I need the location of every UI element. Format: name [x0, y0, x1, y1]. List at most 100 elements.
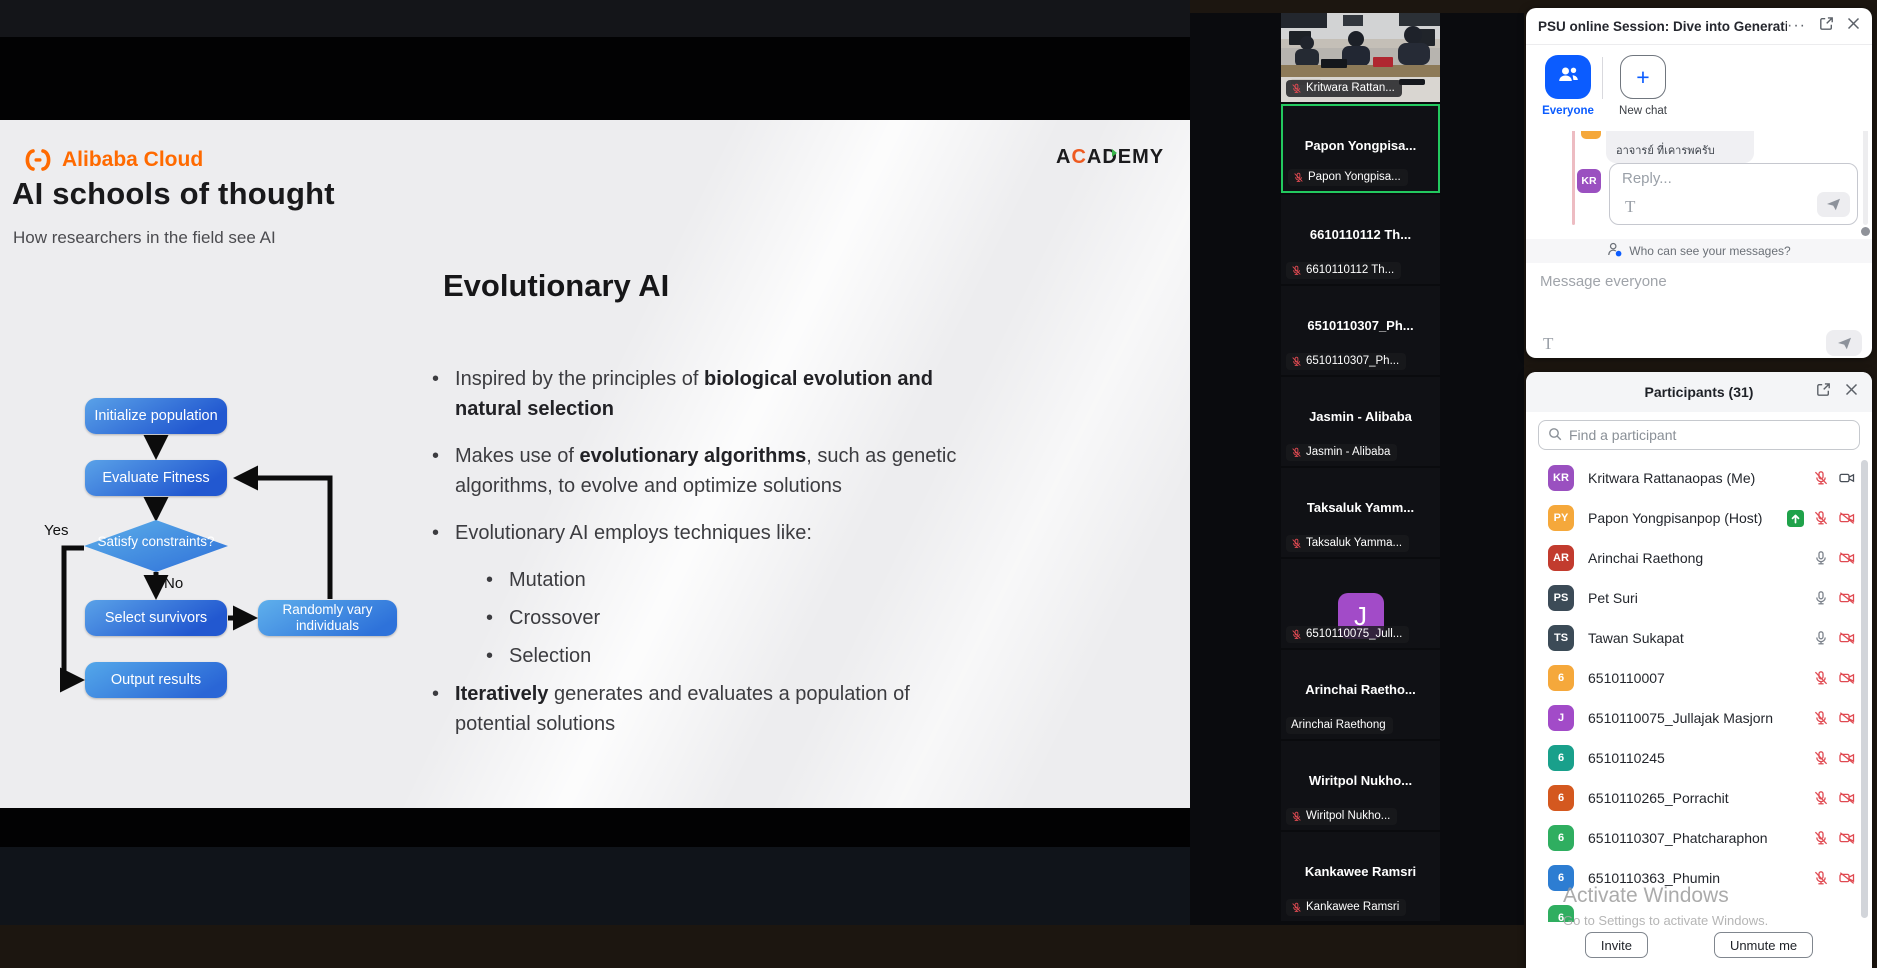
participant-name: Pet Suri [1588, 590, 1813, 606]
avatar-kr: KR [1577, 169, 1601, 193]
video-tile-label: Taksaluk Yamma... [1286, 535, 1409, 552]
video-tile[interactable]: Jasmin - AlibabaJasmin - Alibaba [1281, 377, 1440, 466]
participant-row[interactable]: TSTawan Sukapat [1526, 618, 1872, 658]
video-tile-name: Jasmin - Alibaba [1281, 409, 1440, 424]
unmute-me-button[interactable]: Unmute me [1714, 932, 1813, 958]
camera-off-icon [1838, 590, 1856, 606]
participants-footer: Invite Unmute me [1526, 922, 1872, 968]
mic-on-icon [1813, 630, 1829, 646]
participants-popout-icon[interactable] [1816, 382, 1831, 402]
camera-off-icon [1838, 790, 1856, 806]
tab-everyone[interactable]: Everyone [1540, 55, 1596, 131]
video-tile[interactable]: Papon Yongpisa... Papon Yongpisa... [1281, 104, 1440, 193]
video-tile[interactable]: 6510110307_Ph...6510110307_Ph... [1281, 286, 1440, 375]
who-can-see-strip[interactable]: Who can see your messages? [1526, 239, 1872, 263]
invite-button[interactable]: Invite [1585, 932, 1648, 958]
mic-muted-icon [1291, 902, 1302, 913]
chat-popout-icon[interactable] [1819, 16, 1834, 36]
presentation-slide: Alibaba Cloud AI schools of thought How … [0, 120, 1190, 808]
participant-row[interactable]: PSPet Suri [1526, 578, 1872, 618]
video-tile[interactable]: 6610110112 Th...6610110112 Th... [1281, 195, 1440, 284]
participant-row[interactable]: 66510110245 [1526, 738, 1872, 778]
new-chat-button[interactable]: + [1620, 55, 1666, 99]
format-text-icon[interactable]: T [1625, 197, 1635, 217]
video-tile-label-text: Arinchai Raethong [1291, 719, 1386, 731]
send-icon [1837, 337, 1852, 350]
thread-avatar [1581, 131, 1601, 139]
flowchart-node-initialize: Initialize population [85, 398, 227, 434]
participant-row[interactable]: J6510110075_Jullajak Masjorn [1526, 698, 1872, 738]
send-reply-button[interactable] [1817, 192, 1850, 217]
video-tile[interactable]: Kritwara Rattan... [1281, 13, 1440, 102]
tab-new-chat-label: New chat [1619, 105, 1667, 117]
mic-muted-icon [1813, 790, 1829, 806]
camera-off-icon [1838, 630, 1856, 646]
chat-panel: PSU online Session: Dive into Generati..… [1526, 8, 1872, 358]
video-tile-name: Taksaluk Yamm... [1281, 500, 1440, 515]
chat-scrollbar-track[interactable] [1863, 131, 1868, 225]
participant-avatar: 6 [1548, 825, 1574, 851]
participant-list: KRKritwara Rattanaopas (Me) PY Papon Yongp… [1526, 458, 1872, 938]
camera-off-icon [1838, 750, 1856, 766]
send-icon [1826, 198, 1841, 211]
video-tile-label: Kritwara Rattan... [1286, 80, 1402, 97]
participant-name: 6510110075_Jullajak Masjorn [1588, 710, 1813, 726]
participant-avatar: TS [1548, 625, 1574, 651]
activate-windows-hint: Go to Settings to activate Windows. [1563, 913, 1768, 928]
video-tile-column: Kritwara Rattan...Papon Yongpisa...Papon… [1281, 13, 1440, 923]
video-tile-name: 6610110112 Th... [1281, 227, 1440, 242]
chat-compose-area[interactable]: Message everyone T [1526, 263, 1872, 368]
reply-input[interactable]: Reply... T [1609, 163, 1858, 225]
participant-search-input[interactable]: Find a participant [1538, 420, 1860, 450]
video-tile[interactable]: Wiritpol Nukho...Wiritpol Nukho... [1281, 741, 1440, 830]
participant-name: Papon Yongpisanpop (Host) [1588, 510, 1787, 526]
video-tile[interactable]: J6510110075_Jull... [1281, 559, 1440, 648]
mic-muted-icon [1291, 538, 1302, 549]
camera-off-icon [1838, 670, 1856, 686]
video-tile[interactable]: Kankawee RamsriKankawee Ramsri [1281, 832, 1440, 921]
person-privacy-icon [1607, 242, 1623, 260]
participant-avatar: AR [1548, 545, 1574, 571]
participant-avatar: 6 [1548, 745, 1574, 771]
video-tile-name: Wiritpol Nukho... [1281, 773, 1440, 788]
video-tile[interactable]: Taksaluk Yamm... Taksaluk Yamma... [1281, 468, 1440, 557]
chat-close-icon[interactable] [1847, 17, 1860, 35]
participant-row[interactable]: 66510110265_Porrachit [1526, 778, 1872, 818]
tab-separator [1602, 57, 1603, 99]
mic-muted-icon [1813, 670, 1829, 686]
video-tile-label: Arinchai Raethong [1286, 717, 1393, 734]
camera-off-icon [1838, 510, 1856, 526]
flowchart-node-vary: Randomly vary individuals [258, 600, 397, 636]
participant-row[interactable]: PY Papon Yongpisanpop (Host) [1526, 498, 1872, 538]
video-tile-label: 6510110307_Ph... [1286, 353, 1406, 370]
chat-message-bubble: อาจารย์ ที่เคารพครับ [1606, 131, 1754, 163]
send-message-button[interactable] [1826, 330, 1862, 356]
video-tile-label-text: Kritwara Rattan... [1306, 82, 1395, 94]
video-tile-label-text: Papon Yongpisa... [1308, 171, 1401, 183]
format-text-icon[interactable]: T [1543, 334, 1553, 354]
flowchart-node-select: Select survivors [85, 600, 227, 636]
compose-placeholder: Message everyone [1540, 273, 1667, 290]
mic-muted-icon [1291, 811, 1302, 822]
camera-on-icon [1838, 470, 1856, 486]
chat-scrollbar-thumb[interactable] [1861, 227, 1870, 236]
video-tile-name: Papon Yongpisa... [1283, 138, 1438, 153]
tab-new-chat[interactable]: + New chat [1615, 55, 1671, 131]
participants-scrollbar-thumb[interactable] [1861, 460, 1868, 918]
camera-off-icon [1838, 710, 1856, 726]
video-tile-label-text: 6510110075_Jull... [1306, 628, 1402, 640]
participant-row[interactable]: 66510110307_Phatcharaphon [1526, 818, 1872, 858]
chat-menu-button[interactable]: ··· [1787, 21, 1806, 31]
participant-name: Kritwara Rattanaopas (Me) [1588, 470, 1813, 486]
video-tile-label: 6510110075_Jull... [1286, 626, 1409, 643]
participants-close-icon[interactable] [1845, 383, 1858, 401]
participant-row[interactable]: 66510110007 [1526, 658, 1872, 698]
mic-on-icon [1813, 550, 1829, 566]
participant-row[interactable]: AR Arinchai Raethong [1526, 538, 1872, 578]
everyone-button[interactable] [1545, 55, 1591, 99]
participant-name: 6510110265_Porrachit [1588, 790, 1813, 806]
video-tile[interactable]: Arinchai Raetho...Arinchai Raethong [1281, 650, 1440, 739]
participant-row[interactable]: KRKritwara Rattanaopas (Me) [1526, 458, 1872, 498]
participant-name: Arinchai Raethong [1588, 550, 1813, 566]
participant-avatar: PY [1548, 505, 1574, 531]
